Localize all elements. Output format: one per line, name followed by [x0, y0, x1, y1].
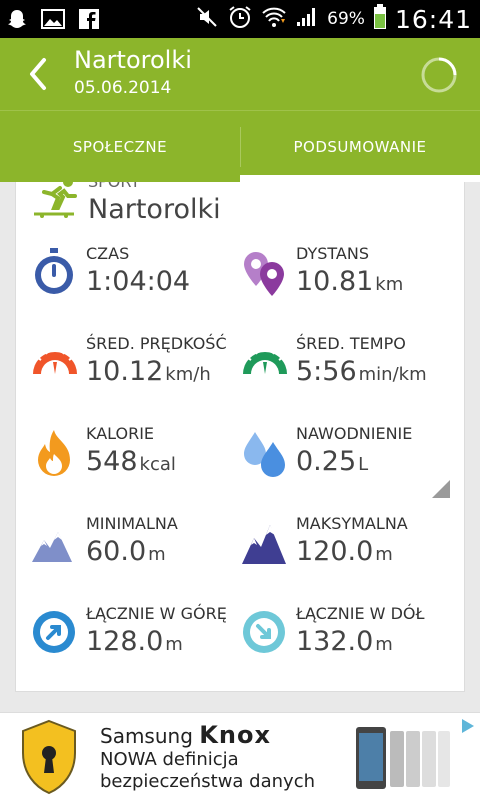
signal-icon — [295, 6, 319, 32]
stat-value-row: 1:04:04 — [86, 266, 192, 297]
mountain-high-icon — [240, 518, 290, 568]
speedometer-icon — [30, 338, 80, 388]
stat-value-row: 60.0 m — [86, 536, 166, 567]
stat-nawodnienie: NAWODNIENIE 0.25 L — [240, 424, 450, 504]
tab-spoleczne[interactable]: SPOŁECZNE — [0, 111, 240, 183]
stat-value-row: 128.0 m — [86, 626, 183, 657]
loading-spinner-icon — [420, 56, 458, 94]
active-tab-indicator — [240, 175, 480, 182]
stat-label: MINIMALNA — [86, 514, 178, 533]
stat-unit: m — [165, 634, 183, 655]
activity-type-label: SPORT — [88, 182, 140, 191]
ascent-arrow-icon — [30, 608, 80, 658]
stat-kalorie: KALORIE 548 kcal — [30, 424, 240, 504]
stat-unit: L — [358, 454, 369, 475]
battery-icon — [373, 4, 387, 34]
roller-ski-icon — [30, 182, 82, 220]
phones-image — [352, 719, 452, 795]
snapchat-icon — [4, 6, 30, 32]
ad-line-1: NOWA definicja — [100, 749, 239, 770]
stat-label: CZAS — [86, 244, 130, 263]
stat-unit: m — [148, 544, 166, 565]
stat-value: 128.0 — [86, 626, 164, 657]
stat-value-row: 5:56 min/km — [296, 356, 427, 387]
clock: 16:41 — [394, 4, 472, 34]
descent-arrow-icon — [240, 608, 290, 658]
edit-corner-icon[interactable] — [432, 480, 450, 498]
stat-value: 0.25 — [296, 446, 357, 477]
stat-label: ŁĄCZNIE W GÓRĘ — [86, 604, 227, 623]
stat-dystans: DYSTANS 10.81 km — [240, 244, 450, 324]
stat-value: 120.0 — [296, 536, 374, 567]
stat-unit: km — [375, 274, 404, 295]
ad-choices-icon[interactable] — [458, 717, 476, 735]
ad-brand-prefix: Samsung — [100, 724, 193, 748]
stat-lacznie-w-gore: ŁĄCZNIE W GÓRĘ 128.0 m — [30, 604, 240, 684]
battery-percent: 69% — [327, 9, 365, 29]
stat-maksymalna: MAKSYMALNA 120.0 m — [240, 514, 450, 594]
knox-shield-icon — [20, 719, 78, 795]
stat-lacznie-w-dol: ŁĄCZNIE W DÓŁ 132.0 m — [240, 604, 450, 684]
activity-date: 05.06.2014 — [74, 78, 172, 98]
system-icons: 69% 16:41 — [195, 4, 472, 34]
stat-value: 60.0 — [86, 536, 147, 567]
stat-czas: CZAS 1:04:04 — [30, 244, 240, 324]
stat-value-row: 132.0 m — [296, 626, 393, 657]
water-drops-icon — [240, 428, 290, 478]
stat-value-row: 548 kcal — [86, 446, 176, 477]
stat-label: NAWODNIENIE — [296, 424, 413, 443]
location-pins-icon — [240, 248, 290, 298]
pace-gauge-icon — [240, 338, 290, 388]
stat-value: 10.12 — [86, 356, 164, 387]
stat-unit: km/h — [165, 364, 211, 385]
stat-unit: min/km — [358, 364, 427, 385]
facebook-icon — [76, 6, 102, 32]
gallery-icon — [40, 6, 66, 32]
ad-banner[interactable]: Samsung Knox NOWA definicja bezpieczeńst… — [0, 712, 480, 800]
ad-line-2: bezpieczeństwa danych — [100, 771, 316, 792]
stat-unit: kcal — [139, 454, 176, 475]
alarm-icon — [227, 4, 253, 34]
stat-label: ŁĄCZNIE W DÓŁ — [296, 604, 425, 623]
stat-unit: m — [375, 544, 393, 565]
mountain-low-icon — [30, 518, 80, 568]
stat-label: ŚRED. PRĘDKOŚĆ — [86, 334, 227, 353]
stat-value: 1:04:04 — [86, 266, 191, 297]
stat-label: MAKSYMALNA — [296, 514, 408, 533]
page-title: Nartorolki — [74, 46, 192, 74]
stat-label: ŚRED. TEMPO — [296, 334, 406, 353]
stat-value-row: 120.0 m — [296, 536, 393, 567]
stat-value: 132.0 — [296, 626, 374, 657]
back-arrow-icon[interactable] — [24, 56, 54, 92]
status-bar: 69% 16:41 — [0, 0, 480, 38]
stat-value-row: 10.81 km — [296, 266, 403, 297]
stat-value: 5:56 — [296, 356, 357, 387]
activity-name: Nartorolki — [88, 194, 221, 225]
tab-bar: SPOŁECZNE PODSUMOWANIE — [0, 110, 480, 182]
stat-minimalna: MINIMALNA 60.0 m — [30, 514, 240, 594]
summary-card: SPORT Nartorolki CZAS 1:04:04 DYSTANS 10… — [15, 182, 465, 692]
app-bar: Nartorolki 05.06.2014 — [0, 38, 480, 110]
stat-value: 10.81 — [296, 266, 374, 297]
stat-value-row: 0.25 L — [296, 446, 368, 477]
ad-brand: Samsung Knox — [100, 721, 271, 749]
stat-value: 548 — [86, 446, 138, 477]
stat-sred-predkosc: ŚRED. PRĘDKOŚĆ 10.12 km/h — [30, 334, 240, 414]
flame-icon — [30, 428, 80, 478]
notification-icons — [4, 6, 102, 32]
stopwatch-icon — [30, 248, 80, 298]
ad-brand-name: Knox — [199, 721, 271, 749]
stat-label: DYSTANS — [296, 244, 369, 263]
stat-unit: m — [375, 634, 393, 655]
mute-icon — [195, 5, 219, 33]
wifi-icon — [261, 5, 287, 33]
stat-label: KALORIE — [86, 424, 155, 443]
stat-sred-tempo: ŚRED. TEMPO 5:56 min/km — [240, 334, 450, 414]
tab-podsumowanie[interactable]: PODSUMOWANIE — [240, 111, 480, 183]
stat-value-row: 10.12 km/h — [86, 356, 211, 387]
